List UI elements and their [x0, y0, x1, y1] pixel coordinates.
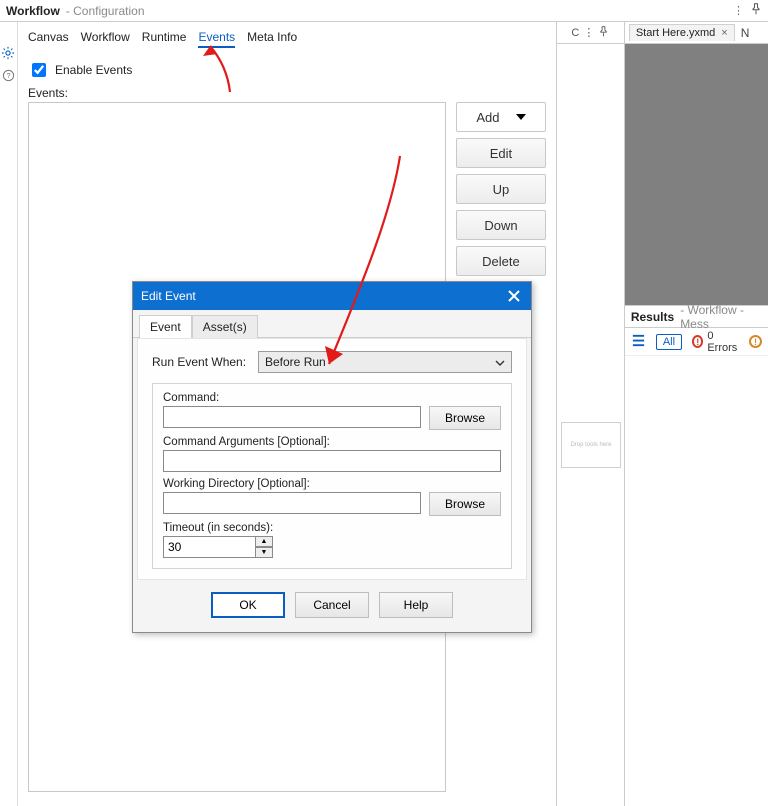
command-args-input[interactable]: [163, 450, 501, 472]
mid-letter: C: [571, 27, 579, 39]
cancel-button[interactable]: Cancel: [295, 592, 369, 618]
right-pane: Start Here.yxmd × N Results - Workflow -…: [625, 22, 768, 806]
command-label: Command:: [163, 392, 501, 404]
working-dir-input[interactable]: [163, 492, 421, 514]
timeout-input[interactable]: [163, 536, 255, 558]
mid-strip: C ⋮ Drop tools here: [557, 22, 625, 806]
ok-button[interactable]: OK: [211, 592, 285, 618]
up-button[interactable]: Up: [456, 174, 546, 204]
command-browse-button[interactable]: Browse: [429, 406, 501, 430]
working-dir-browse-button[interactable]: Browse: [429, 492, 501, 516]
kebab-icon[interactable]: ⋮: [583, 26, 594, 39]
close-icon[interactable]: [505, 287, 523, 305]
edit-button[interactable]: Edit: [456, 138, 546, 168]
timeout-step-down[interactable]: ▼: [255, 547, 273, 558]
chevron-down-icon: [516, 114, 526, 120]
enable-events-label: Enable Events: [55, 63, 132, 77]
top-bar: Workflow - Configuration ⋮: [0, 0, 768, 22]
command-args-label: Command Arguments [Optional]:: [163, 436, 501, 448]
chevron-down-icon: [495, 355, 505, 369]
run-event-when-select[interactable]: Before Run: [258, 351, 512, 373]
dialog-tab-event[interactable]: Event: [139, 315, 192, 338]
down-button[interactable]: Down: [456, 210, 546, 240]
workflow-canvas[interactable]: [625, 44, 768, 306]
next-tab-fragment: N: [741, 26, 750, 40]
list-icon[interactable]: [631, 333, 646, 351]
tab-events[interactable]: Events: [198, 30, 235, 48]
tab-runtime[interactable]: Runtime: [142, 30, 187, 48]
tab-workflow[interactable]: Workflow: [81, 30, 130, 48]
svg-text:?: ?: [6, 71, 10, 80]
close-icon[interactable]: ×: [721, 27, 727, 39]
tab-canvas[interactable]: Canvas: [28, 30, 69, 48]
mid-strip-top: C ⋮: [557, 22, 624, 44]
warning-chip-fragment[interactable]: !: [749, 335, 762, 348]
dialog-tab-assets[interactable]: Asset(s): [192, 315, 258, 338]
delete-button[interactable]: Delete: [456, 246, 546, 276]
pin-icon[interactable]: [750, 3, 762, 18]
error-icon: !: [692, 335, 703, 348]
pin-icon[interactable]: [598, 26, 609, 40]
errors-label: 0 Errors: [707, 330, 739, 354]
run-event-when-label: Run Event When:: [152, 355, 250, 369]
add-button-label: Add: [476, 110, 499, 125]
working-dir-label: Working Directory [Optional]:: [163, 478, 501, 490]
enable-events-checkbox[interactable]: Enable Events: [28, 60, 546, 80]
help-icon[interactable]: ?: [2, 69, 15, 85]
filter-all[interactable]: All: [656, 334, 682, 350]
warning-icon: !: [749, 335, 762, 348]
dialog-titlebar: Edit Event: [133, 282, 531, 310]
left-gutter: ?: [0, 22, 18, 806]
timeout-step-up[interactable]: ▲: [255, 536, 273, 547]
panel-title: Workflow: [6, 4, 60, 18]
gear-icon[interactable]: [1, 46, 15, 63]
results-title: Results: [631, 310, 674, 324]
add-button[interactable]: Add: [456, 102, 546, 132]
config-tabs: Canvas Workflow Runtime Events Meta Info: [18, 22, 556, 52]
help-button[interactable]: Help: [379, 592, 453, 618]
document-tab[interactable]: Start Here.yxmd ×: [629, 24, 735, 41]
edit-event-dialog: Edit Event Event Asset(s) Run Event When…: [132, 281, 532, 633]
panel-subtitle: - Configuration: [66, 4, 145, 18]
timeout-label: Timeout (in seconds):: [163, 522, 501, 534]
command-input[interactable]: [163, 406, 421, 428]
dialog-title: Edit Event: [141, 289, 196, 303]
results-subtitle: - Workflow - Mess: [680, 303, 762, 331]
kebab-icon[interactable]: ⋮: [733, 4, 744, 17]
events-label: Events:: [28, 86, 546, 100]
results-header: Results - Workflow - Mess: [625, 306, 768, 328]
run-event-when-value: Before Run: [265, 355, 326, 369]
results-filter-row: All ! 0 Errors !: [625, 328, 768, 356]
tab-meta-info[interactable]: Meta Info: [247, 30, 297, 48]
canvas-thumbnail[interactable]: Drop tools here: [561, 422, 621, 468]
document-tab-label: Start Here.yxmd: [636, 27, 715, 39]
errors-chip[interactable]: ! 0 Errors: [692, 330, 739, 354]
enable-events-input[interactable]: [32, 63, 46, 77]
